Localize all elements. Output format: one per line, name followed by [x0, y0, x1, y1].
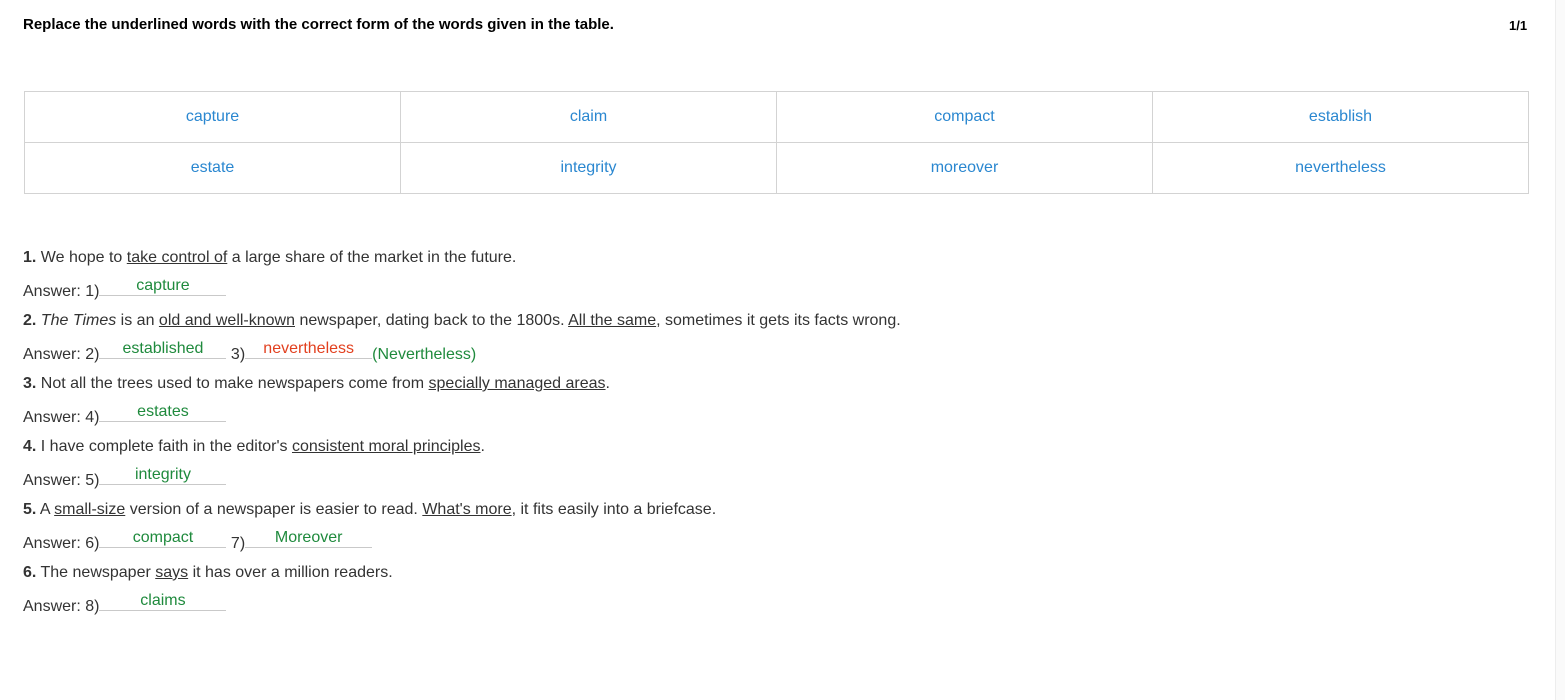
answer-blank-2[interactable]: established [99, 339, 227, 359]
question-text: . [480, 438, 485, 455]
question-text: The newspaper [36, 564, 156, 581]
underlined-phrase: old and well-known [158, 312, 295, 329]
word-bank-cell: integrity [400, 142, 777, 194]
answer-prefix: 7) [230, 535, 246, 552]
question-text: a large share of the market in the futur… [227, 249, 517, 266]
question-number: 3. [23, 375, 37, 392]
instruction-heading: Replace the underlined words with the co… [23, 16, 614, 33]
answer-blank-7[interactable]: Moreover [245, 528, 373, 548]
underlined-phrase: specially managed areas [428, 375, 606, 392]
word-bank-cell: moreover [776, 142, 1153, 194]
word-bank-cell: estate [24, 142, 401, 194]
word-bank-table: capture claim compact establish estate i… [24, 91, 1529, 194]
answer-blank-8[interactable]: claims [99, 591, 227, 611]
page-counter: 1/1 [1509, 18, 1528, 33]
question-text: Not all the trees used to make newspaper… [36, 375, 429, 392]
answer-row-4: Answer: 5) integrity [23, 466, 227, 491]
answer-prefix: Answer: 6) [23, 535, 100, 552]
answer-row-5: Answer: 6) compact 7) Moreover [23, 529, 373, 554]
question-5: 5. A small-size version of a newspaper i… [23, 501, 716, 519]
answer-prefix: Answer: 5) [23, 472, 100, 489]
underlined-phrase: All the same [568, 312, 657, 329]
question-number: 4. [23, 438, 37, 455]
word-bank-cell: compact [776, 91, 1153, 143]
word-bank-cell: capture [24, 91, 401, 143]
question-text: version of a newspaper is easier to read… [125, 501, 423, 518]
answer-blank-6[interactable]: compact [99, 528, 227, 548]
answer-prefix: Answer: 2) [23, 346, 100, 363]
answer-row-2: Answer: 2) established 3) nevertheless (Nev… [23, 340, 477, 365]
question-number: 5. [23, 501, 37, 518]
question-text: , sometimes it gets its facts wrong. [656, 312, 901, 329]
question-number: 6. [23, 564, 37, 581]
question-text: newspaper, dating back to the 1800s. [295, 312, 569, 329]
word-bank-cell: establish [1152, 91, 1529, 143]
question-text: it has over a million readers. [188, 564, 393, 581]
word-bank-row: capture claim compact establish [24, 91, 1529, 143]
question-text: We hope to [36, 249, 127, 266]
answer-row-1: Answer: 1) capture [23, 277, 227, 302]
question-text: is an [116, 312, 159, 329]
underlined-phrase: consistent moral principles [291, 438, 481, 455]
question-1: 1. We hope to take control of a large sh… [23, 249, 516, 267]
answer-prefix: Answer: 8) [23, 598, 100, 615]
answer-blank-5[interactable]: integrity [99, 465, 227, 485]
answer-row-6: Answer: 8) claims [23, 592, 227, 617]
answer-blank-3[interactable]: nevertheless [245, 339, 373, 359]
answer-row-3: Answer: 4) estates [23, 403, 227, 428]
question-number: 2. [23, 312, 37, 329]
underlined-phrase: small-size [54, 501, 126, 518]
answer-prefix: Answer: 4) [23, 409, 100, 426]
word-bank-cell: nevertheless [1152, 142, 1529, 194]
underlined-phrase: says [155, 564, 189, 581]
answer-blank-4[interactable]: estates [99, 402, 227, 422]
answer-correction: (Nevertheless) [372, 346, 477, 363]
question-6: 6. The newspaper says it has over a mill… [23, 564, 393, 582]
question-2: 2. The Times is an old and well-known ne… [23, 312, 901, 330]
word-bank-row: estate integrity moreover nevertheless [24, 142, 1529, 194]
underlined-phrase: take control of [126, 249, 228, 266]
question-3: 3. Not all the trees used to make newspa… [23, 375, 610, 393]
question-text: , it fits easily into a briefcase. [511, 501, 717, 518]
answer-prefix: 3) [230, 346, 246, 363]
newspaper-title: The Times [40, 312, 117, 329]
answer-blank-1[interactable]: capture [99, 276, 227, 296]
scrollbar-track[interactable] [1555, 0, 1565, 700]
question-text: A [36, 501, 55, 518]
answer-prefix: Answer: 1) [23, 283, 100, 300]
question-4: 4. I have complete faith in the editor's… [23, 438, 485, 456]
underlined-phrase: What's more [422, 501, 512, 518]
word-bank-cell: claim [400, 91, 777, 143]
question-number: 1. [23, 249, 37, 266]
question-text: I have complete faith in the editor's [36, 438, 292, 455]
question-text: . [605, 375, 610, 392]
